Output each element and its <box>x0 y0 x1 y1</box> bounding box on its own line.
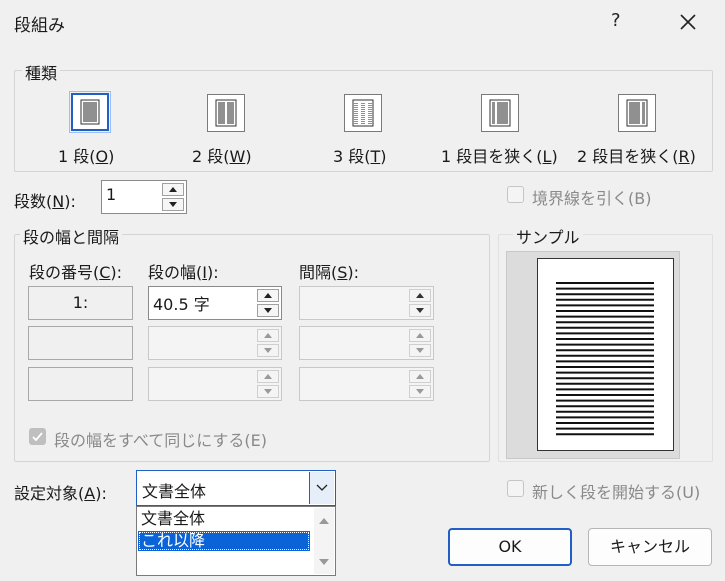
column-spacing-down-button-1[interactable] <box>409 304 431 317</box>
chevron-up-icon <box>416 293 424 298</box>
cancel-button[interactable]: キャンセル <box>588 528 712 566</box>
preset-narrow-left-label: 1 段目を狭く(L) <box>441 147 558 166</box>
chevron-up-icon <box>416 374 424 379</box>
column-width-header: 段の幅(I): <box>148 263 219 282</box>
column-width-input-3[interactable] <box>148 367 282 401</box>
chevron-down-icon <box>264 389 272 394</box>
preset-narrow-right[interactable] <box>618 94 656 132</box>
preset-one-column-label: 1 段(O) <box>58 147 115 166</box>
apply-to-option-after[interactable]: これ以降 <box>138 531 310 551</box>
preset-narrow-right-label: 2 段目を狭く(R) <box>577 147 696 166</box>
column-spacing-input-3[interactable] <box>299 367 434 401</box>
chevron-down-icon <box>169 202 177 207</box>
column-width-down-button-1[interactable] <box>257 304 279 317</box>
equal-width-label: 段の幅をすべて同じにする(E) <box>54 431 267 450</box>
columns-count-up-button[interactable] <box>162 183 184 196</box>
columns-count-input[interactable]: 1 <box>101 180 187 214</box>
apply-to-value: 文書全体 <box>142 482 207 501</box>
column-number-3 <box>28 367 133 401</box>
apply-to-label: 設定対象(A): <box>14 484 107 503</box>
one-column-icon <box>80 99 100 125</box>
preset-one-column[interactable] <box>69 91 111 133</box>
close-icon[interactable] <box>676 10 700 34</box>
column-width-down-button-2[interactable] <box>257 344 279 357</box>
column-number-2 <box>28 326 133 360</box>
column-width-input-2[interactable] <box>148 326 282 360</box>
preset-three-columns-label: 3 段(T) <box>333 147 387 166</box>
apply-to-combobox[interactable]: 文書全体 <box>136 470 336 506</box>
column-spacing-input-2[interactable] <box>299 326 434 360</box>
chevron-up-icon <box>416 333 424 338</box>
chevron-down-icon <box>264 308 272 313</box>
column-number-header: 段の番号(C): <box>29 263 123 282</box>
chevron-up-icon <box>264 293 272 298</box>
chevron-up-icon <box>264 374 272 379</box>
column-width-up-button-3[interactable] <box>257 370 279 383</box>
column-spacing-down-button-2[interactable] <box>409 344 431 357</box>
column-spacing-up-button-1[interactable] <box>409 289 431 302</box>
column-number-1: 1: <box>28 286 133 320</box>
preset-narrow-left[interactable] <box>481 94 519 132</box>
column-spacing-header: 間隔(S): <box>299 263 360 282</box>
narrow-left-icon <box>489 99 511 127</box>
column-width-down-button-3[interactable] <box>257 385 279 398</box>
new-column-label: 新しく段を開始する(U) <box>532 483 701 502</box>
two-columns-icon <box>215 99 237 127</box>
column-width-input-1[interactable]: 40.5 字 <box>148 286 282 320</box>
apply-to-option-whole[interactable]: 文書全体 <box>138 509 310 529</box>
chevron-up-icon <box>169 187 177 192</box>
title-bar: 段組み ? <box>0 0 725 48</box>
columns-count-down-button[interactable] <box>162 198 184 211</box>
presets-group-label: 種類 <box>22 60 61 84</box>
chevron-down-icon <box>316 484 328 491</box>
help-button[interactable]: ? <box>611 10 621 31</box>
chevron-down-icon <box>416 389 424 394</box>
equal-width-checkbox[interactable] <box>29 428 46 445</box>
chevron-down-icon <box>416 308 424 313</box>
listbox-scrollbar[interactable] <box>314 508 334 574</box>
column-spacing-input-1[interactable] <box>299 286 434 320</box>
dialog-title: 段組み <box>14 16 65 36</box>
chevron-down-icon <box>264 348 272 353</box>
column-width-up-button-2[interactable] <box>257 329 279 342</box>
apply-to-listbox: 文書全体 これ以降 <box>136 506 336 576</box>
chevron-down-icon <box>416 348 424 353</box>
line-between-label: 境界線を引く(B) <box>532 189 652 208</box>
new-column-checkbox[interactable] <box>507 480 524 497</box>
chevron-up-icon <box>264 333 272 338</box>
line-between-checkbox[interactable] <box>507 186 524 203</box>
sample-preview-page <box>537 258 674 451</box>
three-columns-icon <box>352 99 374 127</box>
column-spacing-up-button-2[interactable] <box>409 329 431 342</box>
preset-two-columns[interactable] <box>207 94 245 132</box>
scroll-arrows-icon <box>319 518 329 565</box>
column-spacing-up-button-3[interactable] <box>409 370 431 383</box>
ok-button[interactable]: OK <box>448 528 572 566</box>
column-spacing-down-button-3[interactable] <box>409 385 431 398</box>
sample-group-label: サンプル <box>513 224 583 248</box>
width-spacing-group-label: 段の幅と間隔 <box>20 224 123 248</box>
preset-two-columns-label: 2 段(W) <box>192 147 252 166</box>
checkmark-icon <box>32 432 43 442</box>
columns-count-label: 段数(N): <box>14 192 76 211</box>
narrow-right-icon <box>626 99 648 127</box>
preset-three-columns[interactable] <box>344 94 382 132</box>
apply-to-dropdown-button[interactable] <box>309 472 334 504</box>
sample-text-lines <box>556 282 654 436</box>
column-width-up-button-1[interactable] <box>257 289 279 302</box>
